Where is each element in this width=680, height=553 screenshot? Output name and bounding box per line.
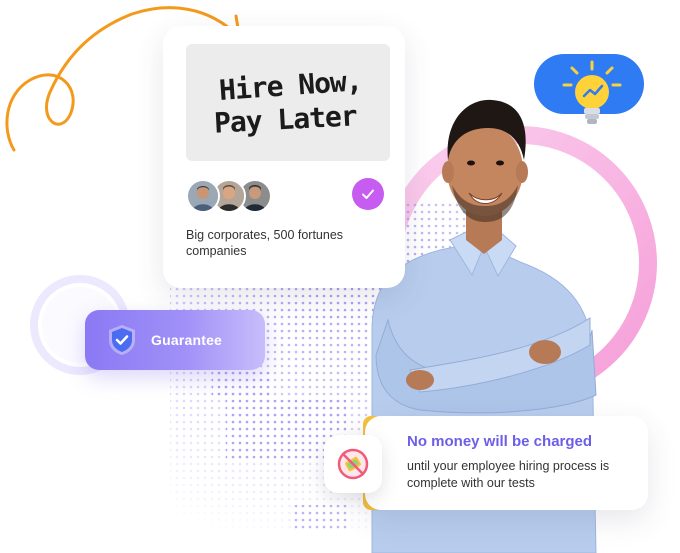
avatar [186, 179, 220, 213]
no-money-icon [337, 448, 369, 480]
guarantee-label: Guarantee [151, 332, 223, 348]
hire-now-banner: Hire Now, Pay Later [186, 44, 390, 161]
avatar-group [186, 179, 286, 213]
check-icon [352, 178, 384, 210]
no-money-icon-box [324, 435, 382, 493]
hire-now-headline-line2: Pay Later [212, 98, 358, 140]
guarantee-badge: Guarantee [85, 310, 265, 370]
money-card-body: until your employee hiring process is co… [407, 459, 610, 490]
shield-check-icon [109, 325, 135, 355]
bulb-bubble [534, 54, 644, 124]
lightbulb-icon [562, 60, 622, 124]
hire-card-description: Big corporates, 500 fortunes companies [186, 228, 344, 258]
hire-now-card: Hire Now, Pay Later Big corporates, 500 … [163, 26, 405, 288]
money-card-title: No money will be charged [407, 433, 593, 450]
